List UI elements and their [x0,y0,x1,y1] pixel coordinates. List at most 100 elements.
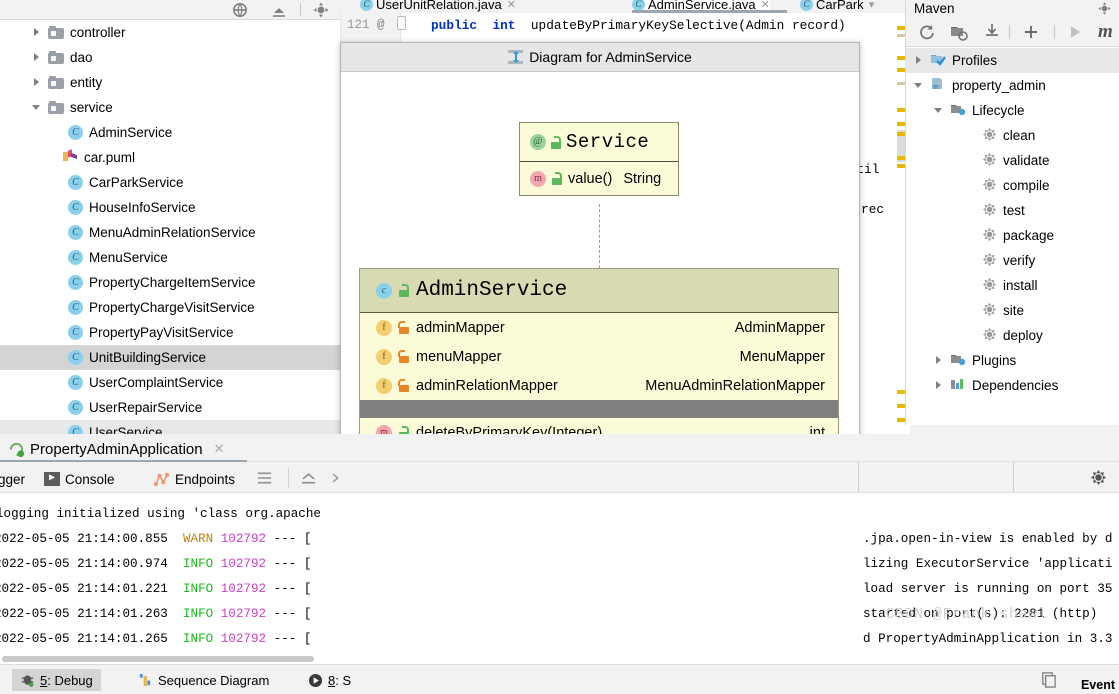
maven-item-package[interactable]: package [906,223,1119,248]
maven-item-install[interactable]: install [906,273,1119,298]
maven-item-label: Plugins [972,353,1017,368]
tree-item-userservice[interactable]: C UserService [0,420,340,434]
maven-toolbar[interactable]: m [906,17,1119,47]
status-item-sequence-diagram[interactable]: Sequence Diagram [130,669,277,691]
java-class-icon: C [68,325,83,340]
download-icon[interactable] [983,23,1001,41]
annotation-gutter-marker[interactable]: @ [377,18,385,32]
maven-item-profiles[interactable]: Profiles [906,48,1119,73]
status-bar[interactable]: 5: Debug Sequence Diagram 8: S Event [0,664,1119,694]
hamburger-icon[interactable] [256,471,273,485]
field-row[interactable]: f adminRelationMapper MenuAdminRelationMap… [360,371,838,400]
settings-gear-icon[interactable] [1090,469,1107,486]
scroll-icon[interactable] [330,471,344,485]
chevron-right-icon[interactable] [934,355,945,366]
tree-item-usercomplaintservice[interactable]: C UserComplaintService [0,370,340,395]
chevron-down-icon[interactable] [934,105,945,116]
tree-item-houseinfoservice[interactable]: C HouseInfoService [0,195,340,220]
close-icon[interactable]: ✕ [214,441,225,457]
console-output[interactable]: logging initialized using 'class org.apa… [0,493,1119,647]
tab-user-unit-relation[interactable]: C UserUnitRelation.java ✕ [360,0,516,13]
maven-item-lifecycle[interactable]: Lifecycle [906,98,1119,123]
active-tab-indicator [632,10,787,13]
run-configuration-tab-bar[interactable]: PropertyAdminApplication ✕ [0,434,1119,463]
tree-item-propertychargevisitservice[interactable]: C PropertyChargeVisitService [0,295,340,320]
tree-item-unitbuildingservice[interactable]: C UnitBuildingService [0,345,340,370]
log-separator: --- [ [273,607,312,621]
console-horizontal-scrollbar[interactable] [2,656,314,662]
annotation-member-row[interactable]: m value() String [520,162,678,195]
folder-sync-icon[interactable] [950,23,968,41]
maven-item-site[interactable]: site [906,298,1119,323]
maven-item-deploy[interactable]: deploy [906,323,1119,348]
field-name: adminMapper [416,319,505,336]
tree-item-adminservice[interactable]: C AdminService [0,120,340,145]
chevron-down-icon[interactable] [32,102,43,113]
chevron-right-icon[interactable] [32,27,43,38]
maven-item-property-admin[interactable]: m property_admin [906,73,1119,98]
tree-item-dao[interactable]: dao [0,45,340,70]
project-toolbar[interactable] [0,0,340,20]
chevron-right-icon[interactable] [934,380,945,391]
tree-item-service[interactable]: service [0,95,340,120]
soft-wrap-icon[interactable] [300,471,317,485]
chevron-right-icon[interactable] [32,52,43,63]
fold-marker-icon[interactable] [397,16,406,30]
project-tool-window[interactable]: controller dao entity service C AdminService c… [0,0,340,434]
tree-item-label: service [70,100,113,115]
field-row[interactable]: f menuMapper MenuMapper [360,342,838,371]
tree-item-entity[interactable]: entity [0,70,340,95]
uml-annotation-service[interactable]: @ Service m value() String [519,122,679,196]
maven-item-plugins[interactable]: Plugins [906,348,1119,373]
maven-project-icon: m [930,77,946,94]
maven-item-test[interactable]: test [906,198,1119,223]
class-fields-section[interactable]: f adminMapper AdminMapper f menuMapper MenuMa… [360,313,838,400]
public-lock-icon [550,135,562,149]
tree-item-carparkservice[interactable]: C CarParkService [0,170,340,195]
maven-item-verify[interactable]: verify [906,248,1119,273]
tab-console[interactable]: ▶ Console [38,465,121,496]
uml-diagram-icon [508,50,524,64]
maven-tree[interactable]: Profiles m property_admin Lifecycle clean val… [906,48,1119,425]
maven-item-dependencies[interactable]: Dependencies [906,373,1119,398]
locate-icon[interactable] [231,1,249,19]
refresh-icon[interactable] [918,23,936,41]
run-icon[interactable] [1066,23,1084,41]
console-tab-bar[interactable]: gger ▶ Console Endpoints [0,462,1119,496]
maven-item-compile[interactable]: compile [906,173,1119,198]
chevron-right-icon[interactable] [32,77,43,88]
tree-item-car-puml[interactable]: car.puml [0,145,340,170]
field-row[interactable]: f adminMapper AdminMapper [360,313,838,342]
maven-tool-window[interactable]: Maven m Profiles m property_admin Lifecy… [905,0,1119,425]
tab-debugger[interactable]: gger [0,465,31,493]
chevron-right-icon[interactable] [914,55,925,66]
event-log-label[interactable]: Event [1081,678,1115,692]
close-icon[interactable]: ✕ [507,0,516,11]
log-pid: 102792 [220,607,267,621]
project-tree[interactable]: controller dao entity service C AdminService c… [0,20,340,434]
tab-car-park[interactable]: C CarPark ▾ [800,0,874,13]
tree-item-userrepairservice[interactable]: C UserRepairService [0,395,340,420]
tree-item-propertychargeitemservice[interactable]: C PropertyChargeItemService [0,270,340,295]
run-tool-window[interactable]: PropertyAdminApplication ✕ gger ▶ Consol… [0,434,1119,694]
status-item-debug[interactable]: 5: Debug [12,669,101,691]
chevron-down-icon[interactable] [914,80,925,91]
tree-item-label: MenuAdminRelationService [89,225,256,240]
tree-item-propertypayvisitservice[interactable]: C PropertyPayVisitService [0,320,340,345]
gear-icon[interactable] [312,1,330,19]
status-item-services[interactable]: 8: S [300,669,359,691]
maven-m-icon[interactable]: m [1098,21,1113,43]
chevron-down-icon[interactable]: ▾ [869,0,875,11]
maven-item-validate[interactable]: validate [906,148,1119,173]
collapse-all-icon[interactable] [270,1,288,19]
run-tab-property-admin-application[interactable]: PropertyAdminApplication ✕ [0,436,233,462]
event-log-icon[interactable] [1040,671,1057,688]
gear-icon[interactable] [1097,1,1112,16]
tree-item-menuservice[interactable]: C MenuService [0,245,340,270]
tab-endpoints[interactable]: Endpoints [147,465,241,493]
tree-item-controller[interactable]: controller [0,20,340,45]
maven-item-clean[interactable]: clean [906,123,1119,148]
tree-item-menuadminrelationservice[interactable]: C MenuAdminRelationService [0,220,340,245]
tree-item-label: car.puml [84,150,136,165]
add-icon[interactable] [1022,23,1040,41]
